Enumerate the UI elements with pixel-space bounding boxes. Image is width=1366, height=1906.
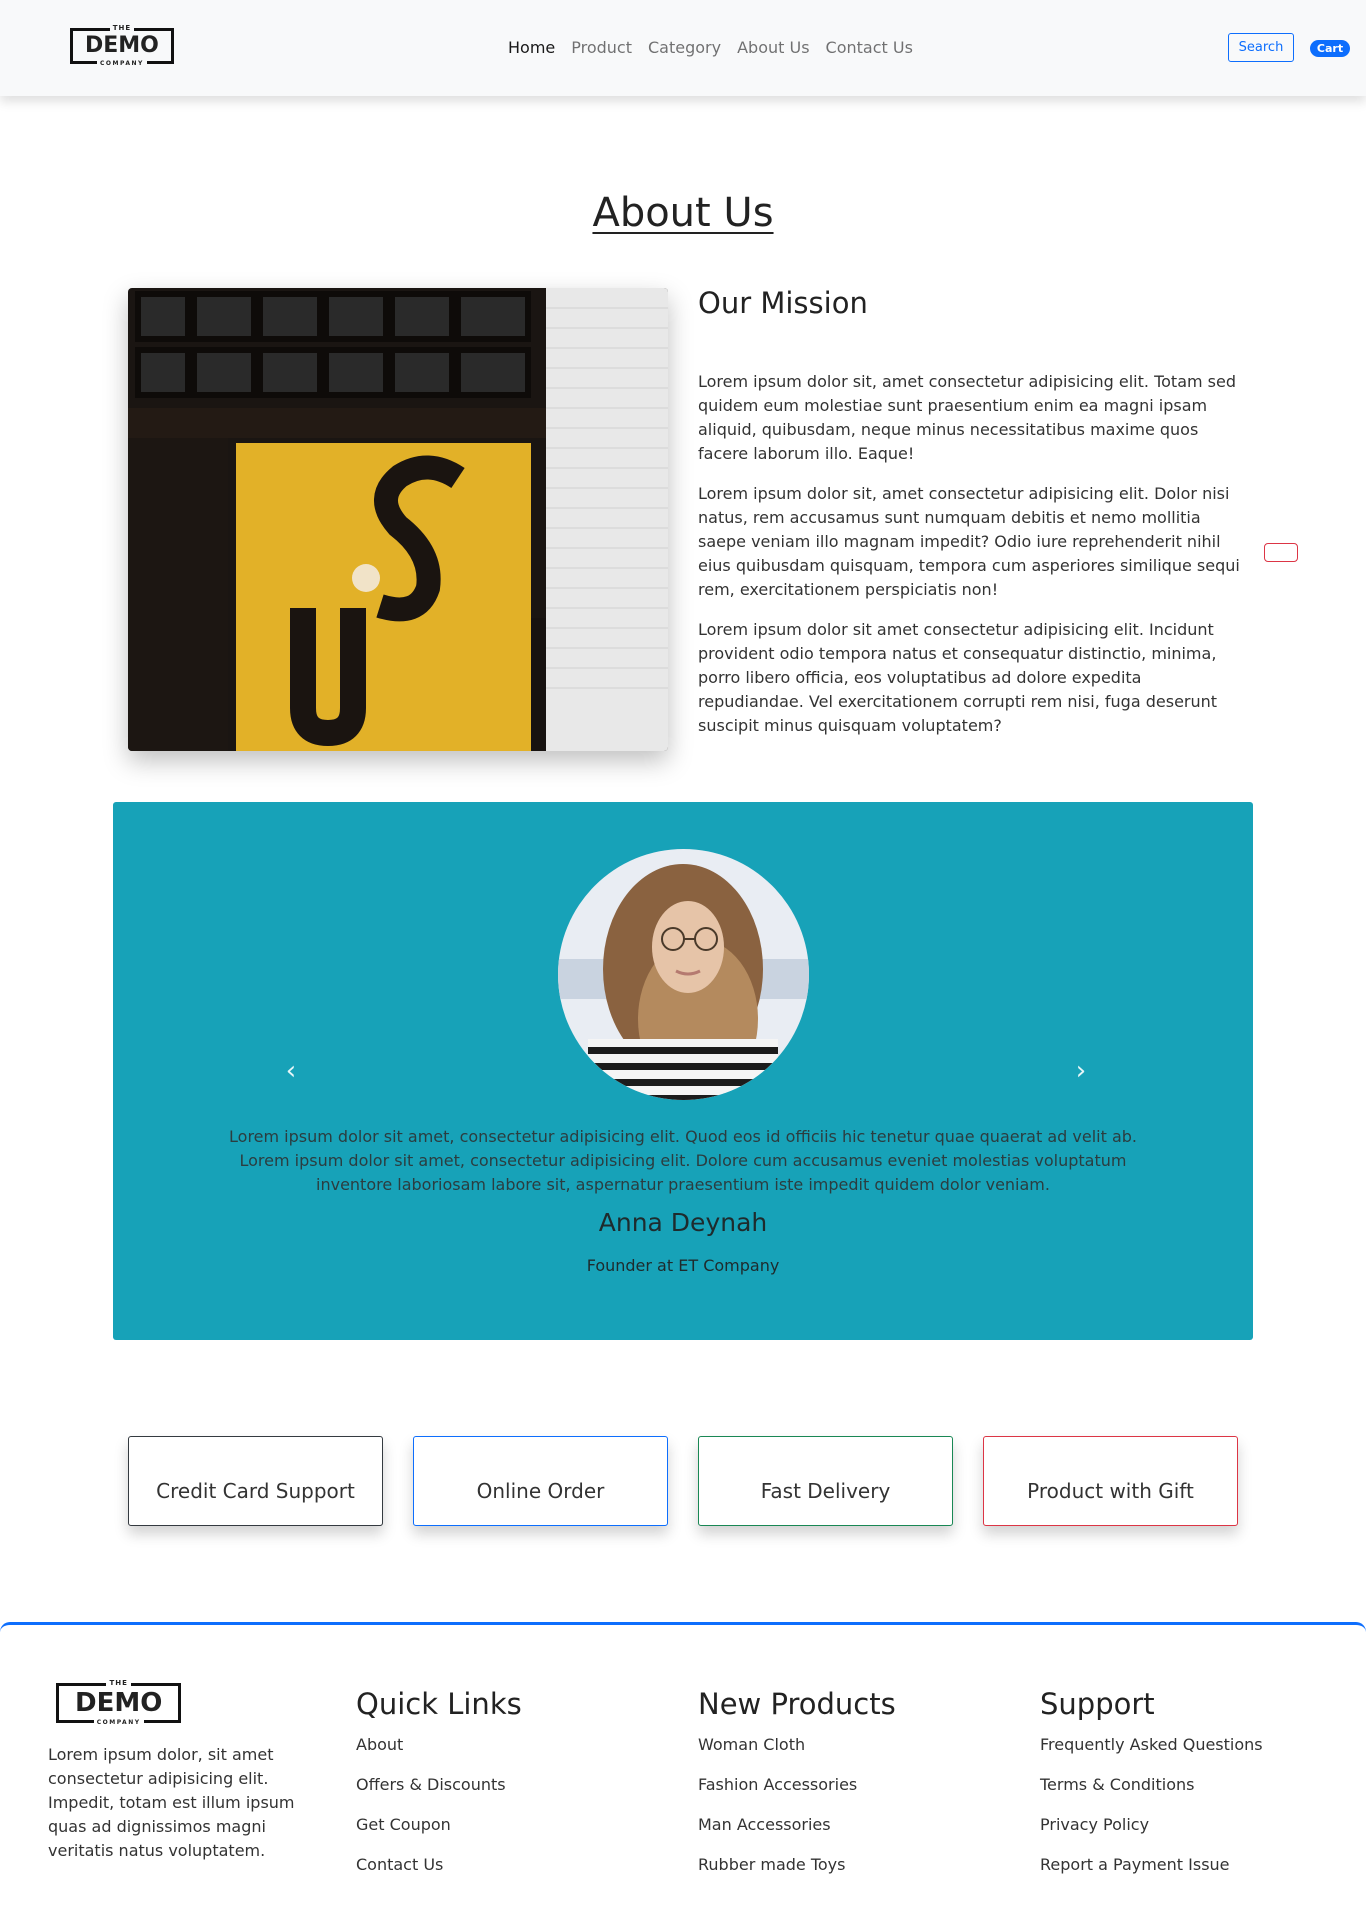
mission-title: Our Mission [698, 286, 868, 320]
chevron-right-icon[interactable]: › [1071, 1056, 1091, 1086]
brand-logo[interactable]: THE DEMO COMPANY [70, 24, 174, 68]
nav-link-about[interactable]: About Us [737, 38, 809, 57]
logo-the: THE [109, 24, 135, 32]
footer-link[interactable]: Offers & Discounts [356, 1775, 522, 1795]
mission-paragraph: Lorem ipsum dolor sit, amet consectetur … [698, 484, 1240, 599]
footer-new-products: New Products Woman Cloth Fashion Accesso… [698, 1687, 896, 1895]
footer-support: Support Frequently Asked Questions Terms… [1040, 1687, 1263, 1895]
mission-paragraph: Lorem ipsum dolor sit amet consectetur a… [698, 620, 1218, 735]
mission-text: Lorem ipsum dolor sit, amet consectetur … [698, 370, 1243, 754]
feature-card-fast-delivery[interactable]: Fast Delivery [698, 1436, 953, 1526]
footer-heading: New Products [698, 1687, 896, 1721]
nav-links: Home Product Category About Us Contact U… [508, 38, 913, 57]
footer-link[interactable]: Rubber made Toys [698, 1855, 896, 1875]
cart-button[interactable]: Cart [1310, 40, 1350, 57]
feature-card-gift[interactable]: Product with Gift [983, 1436, 1238, 1526]
footer-link[interactable]: Get Coupon [356, 1815, 522, 1835]
footer-link[interactable]: Frequently Asked Questions [1040, 1735, 1263, 1755]
search-button[interactable]: Search [1228, 33, 1294, 62]
footer-heading: Support [1040, 1687, 1155, 1721]
footer: THE DEMO COMPANY Lorem ipsum dolor, sit … [0, 1622, 1366, 1906]
logo-the: THE [106, 1679, 131, 1687]
avatar [558, 849, 809, 1100]
chevron-left-icon[interactable]: ‹ [281, 1056, 301, 1086]
footer-quick-links: Quick Links About Offers & Discounts Get… [356, 1687, 522, 1895]
footer-link[interactable]: Report a Payment Issue [1040, 1855, 1263, 1875]
nav-link-contact[interactable]: Contact Us [826, 38, 913, 57]
nav-link-home[interactable]: Home [508, 38, 555, 57]
footer-link[interactable]: Man Accessories [698, 1815, 896, 1835]
testimonial-role: Founder at ET Company [586, 1256, 780, 1275]
testimonial-carousel: ‹ › Lorem ipsum dolor sit amet, consecte… [113, 802, 1253, 1340]
footer-link[interactable]: Contact Us [356, 1855, 522, 1875]
footer-logo[interactable]: THE DEMO COMPANY [56, 1679, 182, 1727]
navbar: THE DEMO COMPANY Home Product Category A… [0, 0, 1366, 96]
logo-name: DEMO [56, 1683, 182, 1723]
logo-company: COMPANY [93, 1719, 144, 1727]
testimonial-quote: Lorem ipsum dolor sit amet, consectetur … [229, 1127, 1137, 1194]
footer-link[interactable]: Privacy Policy [1040, 1815, 1263, 1835]
about-image [128, 288, 668, 751]
footer-link[interactable]: Terms & Conditions [1040, 1775, 1263, 1795]
feature-card-online-order[interactable]: Online Order [413, 1436, 668, 1526]
footer-heading: Quick Links [356, 1687, 522, 1721]
footer-link[interactable]: Fashion Accessories [698, 1775, 896, 1795]
nav-link-category[interactable]: Category [648, 38, 721, 57]
outline-button[interactable] [1264, 543, 1298, 562]
logo-name: DEMO [70, 28, 174, 64]
nav-link-product[interactable]: Product [571, 38, 632, 57]
footer-link[interactable]: About [356, 1735, 522, 1755]
mission-paragraph: Lorem ipsum dolor sit, amet consectetur … [698, 372, 1236, 463]
page-title: About Us [592, 190, 774, 236]
testimonial-name: Anna Deynah [598, 1208, 768, 1237]
footer-about-text: Lorem ipsum dolor, sit amet consectetur … [48, 1745, 295, 1860]
logo-company: COMPANY [97, 60, 147, 68]
footer-link[interactable]: Woman Cloth [698, 1735, 896, 1755]
feature-card-credit-card[interactable]: Credit Card Support [128, 1436, 383, 1526]
